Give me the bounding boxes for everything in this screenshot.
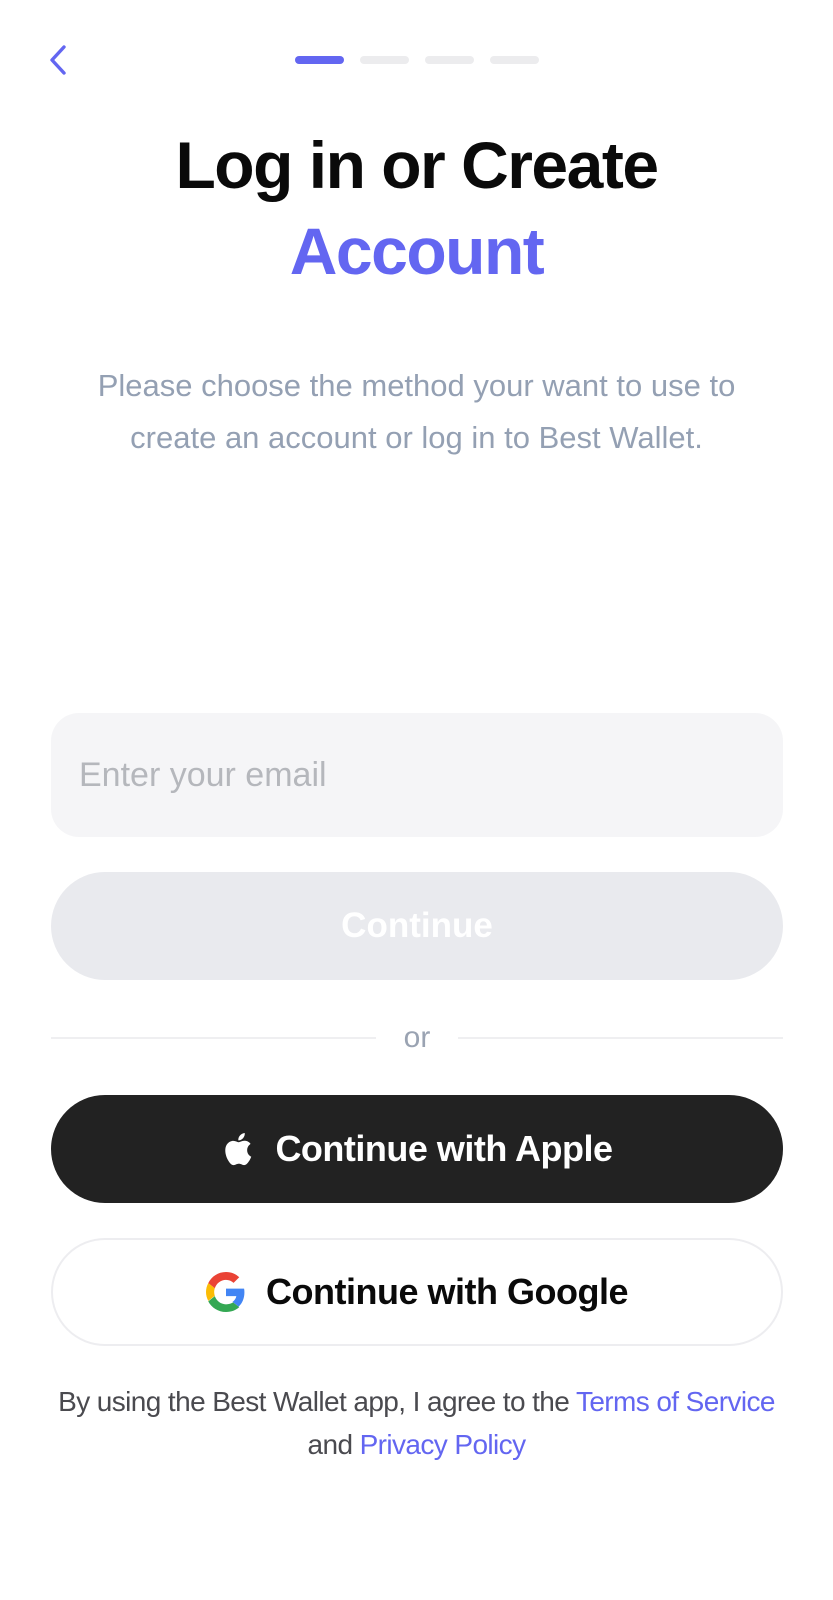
- back-button[interactable]: [36, 38, 80, 82]
- google-icon: [206, 1272, 245, 1312]
- divider-line-right: [458, 1037, 783, 1039]
- continue-with-google-button[interactable]: Continue with Google: [51, 1238, 783, 1346]
- legal-notice: By using the Best Wallet app, I agree to…: [30, 1380, 803, 1466]
- google-button-label: Continue with Google: [266, 1271, 628, 1312]
- page-subtitle: Please choose the method your want to us…: [97, 368, 736, 455]
- apple-button-label: Continue with Apple: [275, 1128, 613, 1169]
- email-field[interactable]: [51, 713, 783, 837]
- chevron-left-icon: [50, 45, 66, 75]
- privacy-policy-link[interactable]: Privacy Policy: [360, 1429, 526, 1460]
- terms-of-service-link[interactable]: Terms of Service: [576, 1386, 776, 1417]
- page-title: Log in or Create Account: [0, 122, 833, 294]
- page-title-line2: Account: [289, 214, 545, 288]
- legal-conjunction: and: [307, 1429, 354, 1460]
- page-title-line1: Log in or Create: [175, 128, 659, 202]
- email-input[interactable]: [77, 754, 757, 796]
- divider-line-left: [51, 1037, 376, 1039]
- progress-indicator: [295, 56, 539, 64]
- legal-prefix: By using the Best Wallet app, I agree to…: [58, 1386, 570, 1417]
- continue-with-apple-button[interactable]: Continue with Apple: [51, 1095, 783, 1203]
- apple-icon: [225, 1133, 252, 1166]
- continue-button[interactable]: Continue: [51, 872, 783, 980]
- login-screen: Log in or Create Account Please choose t…: [0, 0, 833, 1600]
- progress-step-4: [490, 56, 539, 64]
- progress-step-1: [295, 56, 344, 64]
- progress-step-3: [425, 56, 474, 64]
- continue-button-label: Continue: [341, 906, 493, 945]
- progress-step-2: [360, 56, 409, 64]
- divider-label: or: [403, 1021, 431, 1054]
- or-divider: or: [51, 1016, 783, 1060]
